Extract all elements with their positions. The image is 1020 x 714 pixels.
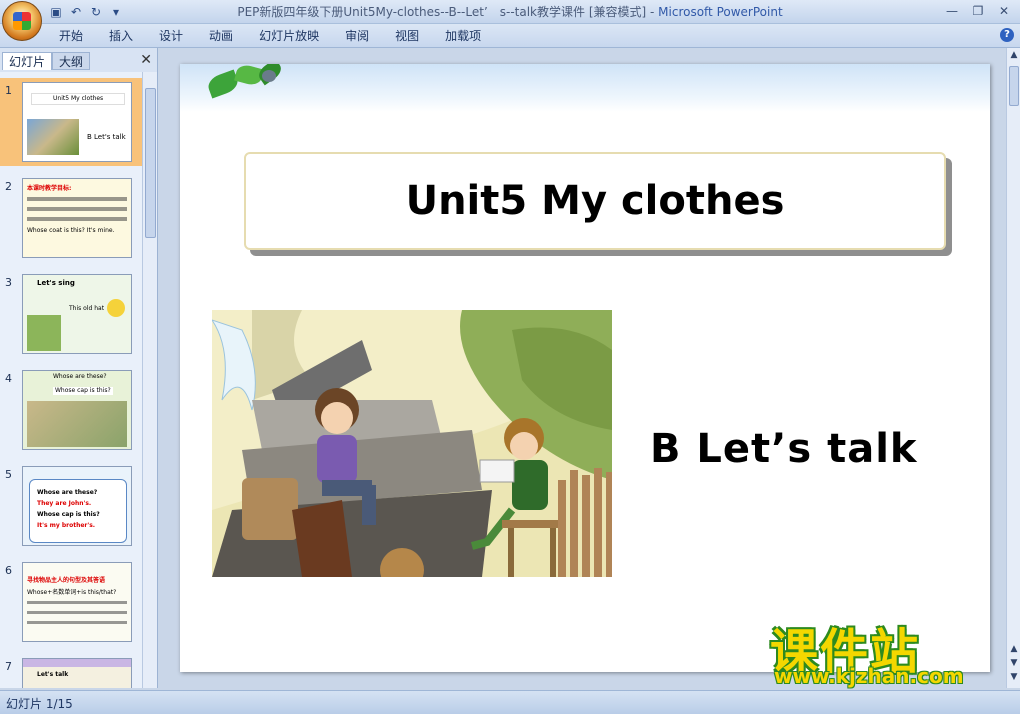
slides-panel: 幻灯片 大纲 ✕ 1 Unit5 My clothes B Let's talk… (0, 48, 158, 688)
watermark-logo: 课件站 www.kjzhan.com (770, 612, 1000, 692)
thumbnail-list[interactable]: 1 Unit5 My clothes B Let's talk 2 本课时教学目… (0, 72, 142, 688)
thumbnail-number: 3 (5, 276, 12, 289)
scroll-thumb[interactable] (1009, 66, 1019, 106)
thumbnail-text: They are John's. (37, 500, 92, 507)
thumbnail-text: Whose cap is this? (37, 511, 100, 518)
ribbon-tab-row: 开始 插入 设计 动画 幻灯片放映 审阅 视图 加载项 ? (0, 24, 1020, 48)
tab-animation[interactable]: 动画 (196, 28, 246, 44)
thumbnail-number: 2 (5, 180, 12, 193)
thumbnail-text: Let's sing (37, 279, 75, 287)
title-bar: ▣ ↶ ↻ ▾ PEP新版四年级下册Unit5My-clothes--B--Le… (0, 0, 1020, 24)
title-placeholder[interactable]: Unit5 My clothes (244, 152, 946, 250)
restore-button[interactable]: ❐ (966, 2, 990, 20)
close-button[interactable]: ✕ (992, 2, 1016, 20)
tab-design[interactable]: 设计 (146, 28, 196, 44)
slide-scrollbar[interactable]: ▲ ▲ ▼ ▼ (1006, 48, 1020, 688)
thumbnail-text: Whose are these? (53, 373, 107, 380)
cartoon-scene-image (212, 310, 612, 577)
tab-slides[interactable]: 幻灯片 (2, 52, 53, 70)
document-title: PEP新版四年级下册Unit5My-clothes--B--Let’ s--ta… (237, 5, 659, 19)
thumbnail-text: Whose cap is this? (53, 387, 113, 395)
scroll-thumb[interactable] (145, 88, 156, 238)
thumbnail-text: Whose coat is this? It's mine. (27, 227, 115, 234)
tab-outline[interactable]: 大纲 (52, 52, 91, 70)
current-slide[interactable]: Unit5 My clothes B Let’s talk (180, 64, 990, 672)
tab-insert[interactable]: 插入 (96, 28, 146, 44)
close-panel-icon[interactable]: ✕ (140, 52, 152, 68)
window-controls: — ❐ ✕ (940, 2, 1016, 20)
slide-counter: 幻灯片 1/15 (6, 697, 73, 711)
ribbon-tabs: 开始 插入 设计 动画 幻灯片放映 审阅 视图 加载项 (46, 28, 494, 44)
slide-thumbnail[interactable]: 寻找物品主人的句型及其答语 Whose+名数单词+is this/that? (22, 562, 132, 642)
next-slide-icon[interactable]: ▼ (1008, 658, 1020, 670)
status-bar: 幻灯片 1/15 (0, 690, 1020, 714)
watermark-url: www.kjzhan.com (774, 664, 964, 688)
tab-review[interactable]: 审阅 (332, 28, 382, 44)
thumbnail-text: Let's talk (37, 671, 69, 678)
thumbnail-number: 7 (5, 660, 12, 673)
slide-thumbnail[interactable]: 本课时教学目标: Whose coat is this? It's mine. (22, 178, 132, 258)
window-title: PEP新版四年级下册Unit5My-clothes--B--Let’ s--ta… (0, 3, 1020, 20)
thumbnail-text: It's my brother's. (37, 522, 96, 529)
thumbnail-row[interactable]: 3 Let's sing This old hat (0, 270, 142, 358)
app-title: Microsoft PowerPoint (658, 5, 783, 19)
thumbnail-text: Unit5 My clothes (53, 95, 104, 102)
slide-title: Unit5 My clothes (405, 178, 785, 224)
thumbnail-text: Whose are these? (37, 489, 98, 496)
thumbnail-row[interactable]: 2 本课时教学目标: Whose coat is this? It's mine… (0, 174, 142, 262)
thumbnail-row[interactable]: 7 Let's talk (0, 654, 142, 688)
help-icon[interactable]: ? (1000, 28, 1014, 42)
thumbnail-number: 6 (5, 564, 12, 577)
slide-thumbnail[interactable]: Let's sing This old hat (22, 274, 132, 354)
office-button[interactable] (2, 1, 42, 41)
slide-header-decoration (180, 64, 990, 112)
thumbnail-row[interactable]: 6 寻找物品主人的句型及其答语 Whose+名数单词+is this/that? (0, 558, 142, 646)
thumbnail-number: 5 (5, 468, 12, 481)
thumbnail-text: Whose+名数单词+is this/that? (27, 589, 117, 596)
thumbnail-row[interactable]: 5 Whose are these? They are John's. Whos… (0, 462, 142, 550)
previous-slide-icon[interactable]: ▲ (1008, 644, 1020, 656)
tab-addins[interactable]: 加载项 (432, 28, 494, 44)
tab-slideshow[interactable]: 幻灯片放映 (246, 28, 332, 44)
tab-home[interactable]: 开始 (46, 28, 96, 44)
thumbnail-text: This old hat (69, 305, 105, 312)
office-logo-icon (13, 12, 31, 30)
thumbnail-scrollbar[interactable] (142, 72, 157, 688)
minimize-button[interactable]: — (940, 2, 964, 20)
slide-thumbnail[interactable]: Whose are these? Whose cap is this? (22, 370, 132, 450)
tab-view[interactable]: 视图 (382, 28, 432, 44)
thumbnail-text: 寻找物品主人的句型及其答语 (27, 577, 106, 584)
scroll-up-icon[interactable]: ▲ (1008, 50, 1020, 62)
slide-thumbnail[interactable]: Whose are these? They are John's. Whose … (22, 466, 132, 546)
thumbnail-text: B Let's talk (87, 133, 126, 141)
slide-illustration[interactable] (212, 310, 612, 577)
thumbnail-number: 1 (5, 84, 12, 97)
thumbnail-row[interactable]: 1 Unit5 My clothes B Let's talk (0, 78, 142, 166)
slide-thumbnail[interactable]: Unit5 My clothes B Let's talk (22, 82, 132, 162)
thumbnail-text: 本课时教学目标: (27, 185, 72, 192)
scroll-down-icon[interactable]: ▼ (1008, 672, 1020, 684)
panel-tabs: 幻灯片 大纲 ✕ (0, 50, 158, 70)
thumbnail-number: 4 (5, 372, 12, 385)
slide-thumbnail[interactable]: Let's talk (22, 658, 132, 688)
thumbnail-row[interactable]: 4 Whose are these? Whose cap is this? (0, 366, 142, 454)
slide-editing-area: Unit5 My clothes B Let’s talk (159, 48, 1006, 688)
slide-subtitle[interactable]: B Let’s talk (650, 426, 918, 472)
